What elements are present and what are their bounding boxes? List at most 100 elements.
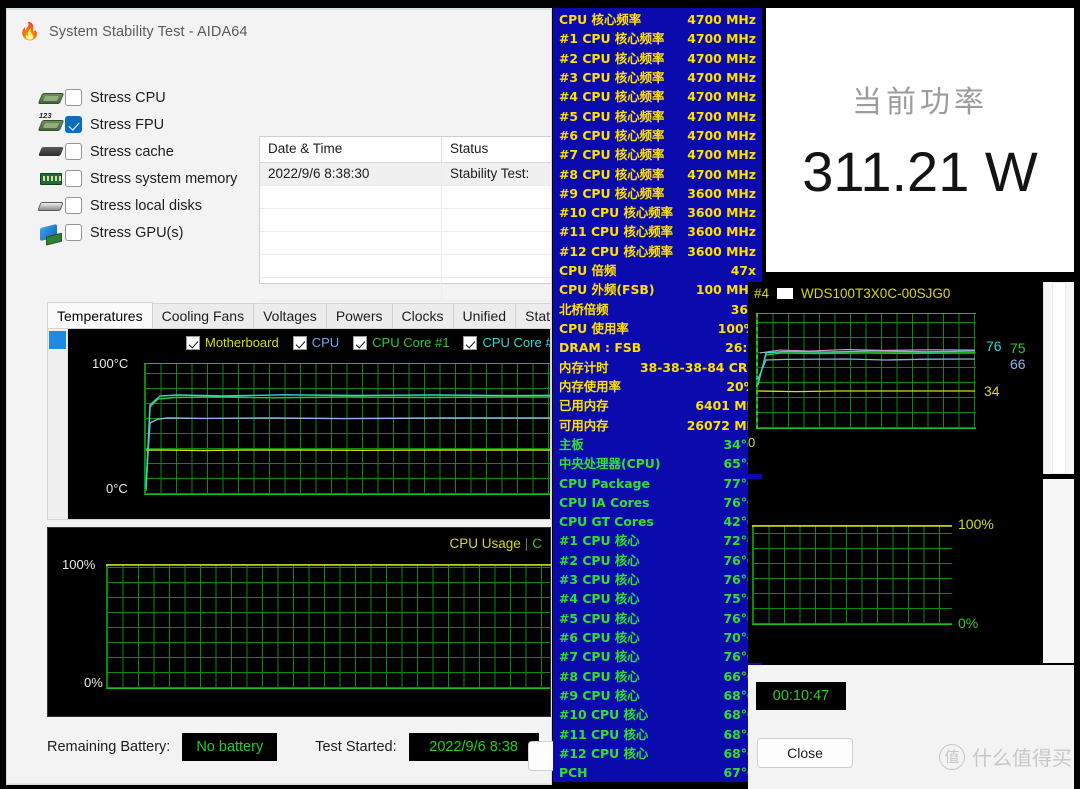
sensor-value: 47x xyxy=(730,263,756,279)
sensor-value: 6401 MB xyxy=(695,398,756,414)
tab-cooling-fans[interactable]: Cooling Fans xyxy=(151,303,255,328)
sensor-row: 中央处理器(CPU) 65°C xyxy=(559,454,756,473)
sensor-row: CPU GT Cores 42°C xyxy=(559,512,756,531)
stress-option-memory[interactable]: Stress system memory xyxy=(37,165,262,192)
table-row[interactable]: 2022/9/6 8:38:30 Stability Test: xyxy=(260,163,551,186)
stress-gpu-label: Stress GPU(s) xyxy=(90,224,184,241)
stress-gpu-checkbox[interactable] xyxy=(65,224,82,241)
legend-label-motherboard: Motherboard xyxy=(205,335,279,350)
sensor-key: 中央处理器(CPU) xyxy=(559,456,661,472)
sensor-row: CPU 核心频率 4700 MHz xyxy=(559,10,756,29)
tab-voltages[interactable]: Voltages xyxy=(253,303,327,328)
power-caption: 当前功率 xyxy=(852,84,988,120)
sensor-key: #3 CPU 核心频率 xyxy=(559,69,665,85)
cell-status: Stability Test: xyxy=(450,166,530,181)
sensor-row: #2 CPU 核心 76°C xyxy=(559,551,756,570)
hard-disk-icon xyxy=(37,196,65,216)
power-value: 311.21 W xyxy=(802,139,1038,203)
stress-fpu-label: Stress FPU xyxy=(90,116,165,133)
stress-option-cpu[interactable]: Stress CPU xyxy=(37,84,262,111)
sensor-key: CPU 核心频率 xyxy=(559,12,642,27)
current-power-card: 当前功率 311.21 W xyxy=(766,8,1074,272)
sensor-value: 100 MHz xyxy=(695,282,756,298)
sensor-value: 3600 MHz xyxy=(687,243,756,259)
legend-label-cpu-core-1: CPU Core #1 xyxy=(372,335,450,350)
sensor-key: CPU 倍频 xyxy=(559,263,617,279)
flame-icon: 🔥 xyxy=(19,22,41,41)
sensor-row: #5 CPU 核心频率 4700 MHz xyxy=(559,107,756,126)
legend-item-motherboard[interactable]: Motherboard xyxy=(186,335,279,350)
legend-item-cpu-core-1[interactable]: CPU Core #1 xyxy=(353,335,449,350)
legend-checkbox-motherboard[interactable] xyxy=(186,335,200,350)
usage-right-max-label: 100% xyxy=(958,516,994,532)
stress-cache-checkbox[interactable] xyxy=(65,143,82,160)
status-strip: Remaining Battery: No battery Test Start… xyxy=(7,721,551,773)
tab-temperatures[interactable]: Temperatures xyxy=(47,302,153,328)
sensor-value: 3600 MHz xyxy=(687,205,756,221)
sensor-row: #9 CPU 核心 68°C xyxy=(559,686,756,705)
sensor-value: 4700 MHz xyxy=(687,69,756,85)
sensor-key: #5 CPU 核心 xyxy=(559,610,640,626)
stress-cache-label: Stress cache xyxy=(90,143,174,160)
table-row[interactable] xyxy=(260,209,551,232)
sensor-value: 3600 MHz xyxy=(687,224,756,240)
legend-item-cpu[interactable]: CPU xyxy=(292,335,339,350)
tab-statistics[interactable]: Statistics xyxy=(515,303,551,328)
stress-disks-checkbox[interactable] xyxy=(65,197,82,214)
sensor-value: 4700 MHz xyxy=(687,127,756,143)
sensor-row: CPU 使用率 100% xyxy=(559,319,756,338)
aida64-stability-window: 🔥 System Stability Test - AIDA64 Stress … xyxy=(6,8,552,785)
scrollbar-track[interactable] xyxy=(1052,282,1066,474)
sensor-row: #12 CPU 核心 68°C xyxy=(559,744,756,763)
tab-clocks[interactable]: Clocks xyxy=(391,303,454,328)
table-row[interactable] xyxy=(260,232,551,255)
sensor-key: #8 CPU 核心 xyxy=(559,668,640,684)
column-header-status[interactable]: Status xyxy=(442,137,551,162)
sensor-row: CPU Package 77°C xyxy=(559,474,756,493)
disk-model-label: WDS100T3X0C-00SJG0 xyxy=(801,285,951,301)
battery-value: No battery xyxy=(182,733,278,761)
legend-checkbox-cpu[interactable] xyxy=(292,335,307,350)
sensor-key: DRAM : FSB xyxy=(559,340,642,356)
table-row[interactable] xyxy=(260,278,551,301)
sensor-key: 主板 xyxy=(559,436,584,452)
sensor-value: 4700 MHz xyxy=(687,89,756,105)
stress-disks-label: Stress local disks xyxy=(90,197,203,214)
disk-legend-swatch[interactable] xyxy=(777,287,794,299)
sensor-key: CPU IA Cores xyxy=(559,494,650,510)
close-button[interactable]: Close xyxy=(757,738,853,768)
sensor-row: #6 CPU 核心频率 4700 MHz xyxy=(559,126,756,145)
stress-cpu-checkbox[interactable] xyxy=(65,89,82,106)
legend-checkbox-cpu-core-1[interactable] xyxy=(353,335,368,350)
sensor-value: 4700 MHz xyxy=(687,108,756,124)
legend-checkbox-cpu-core-2[interactable] xyxy=(463,335,478,350)
column-header-datetime[interactable]: Date & Time xyxy=(260,137,442,162)
stress-memory-checkbox[interactable] xyxy=(65,170,82,187)
event-log-table[interactable]: Date & Time Status 2022/9/6 8:38:30 Stab… xyxy=(259,136,551,301)
sensor-row: #7 CPU 核心频率 4700 MHz xyxy=(559,145,756,164)
battery-label: Remaining Battery: xyxy=(47,739,171,755)
stress-option-gpu[interactable]: Stress GPU(s) xyxy=(37,219,262,246)
legend-item-cpu-core-2[interactable]: CPU Core #2 xyxy=(463,335,550,350)
sensor-row: #11 CPU 核心频率 3600 MHz xyxy=(559,222,756,241)
scrollbar-thumb[interactable] xyxy=(49,331,66,349)
fpu-chip-icon: 123 xyxy=(37,111,65,135)
sensor-row: #2 CPU 核心频率 4700 MHz xyxy=(559,49,756,68)
stress-option-cache[interactable]: Stress cache xyxy=(37,138,262,165)
table-row[interactable] xyxy=(260,186,551,209)
right-panel-scrollbar[interactable] xyxy=(1043,282,1074,474)
sensor-value: 26072 MB xyxy=(686,417,756,433)
disk-zero-marker: 0 xyxy=(748,435,756,450)
sensor-key: #11 CPU 核心 xyxy=(559,726,649,742)
stress-option-fpu[interactable]: 123 Stress FPU xyxy=(37,111,262,138)
tab-powers[interactable]: Powers xyxy=(325,303,393,328)
table-row[interactable] xyxy=(260,255,551,278)
tab-unified[interactable]: Unified xyxy=(452,303,517,328)
sensor-key: 北桥倍频 xyxy=(559,301,609,317)
stress-option-disks[interactable]: Stress local disks xyxy=(37,192,262,219)
temperature-scrollbar[interactable] xyxy=(48,329,68,519)
stress-fpu-checkbox[interactable] xyxy=(65,116,82,133)
sensor-value: 4700 MHz xyxy=(687,50,756,66)
right-panel-scrollbar-2[interactable] xyxy=(1043,479,1074,663)
sensor-row: 内存使用率 20% xyxy=(559,377,756,396)
